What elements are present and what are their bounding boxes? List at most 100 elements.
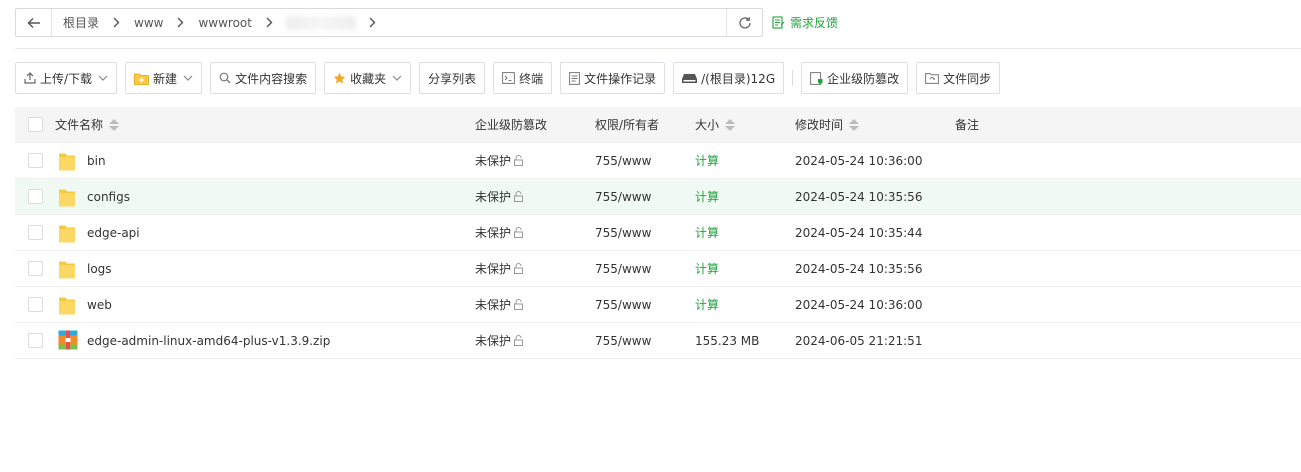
file-sync-label: 文件同步 <box>943 71 992 86</box>
share-list-button[interactable]: 分享列表 <box>419 62 486 94</box>
row-checkbox[interactable] <box>27 297 43 312</box>
share-list-label: 分享列表 <box>428 71 477 86</box>
select-all-checkbox[interactable] <box>27 117 43 132</box>
header-mtime-label: 修改时间 <box>795 118 844 132</box>
header-protect: 企业级防篡改 <box>475 118 548 132</box>
header-size[interactable]: 大小 <box>695 116 795 133</box>
upload-download-label: 上传/下载 <box>40 71 93 86</box>
protect-status: 未保护 <box>475 154 512 168</box>
disk-icon <box>682 73 698 84</box>
chevron-right-icon <box>166 17 195 28</box>
arrow-left-icon <box>27 17 40 28</box>
crumb-root[interactable]: 根目录 <box>60 14 102 31</box>
modified-time: 2024-05-24 10:35:56 <box>795 261 923 276</box>
table-row[interactable]: logs 未保护 755/www 计算 2024-05-24 10:35:56 <box>15 251 1301 287</box>
protect-status: 未保护 <box>475 298 512 312</box>
calculate-size-link[interactable]: 计算 <box>695 296 719 313</box>
header-perm: 权限/所有者 <box>595 118 660 132</box>
terminal-icon <box>502 72 516 84</box>
header-mtime[interactable]: 修改时间 <box>795 116 955 133</box>
row-checkbox[interactable] <box>27 333 43 348</box>
operation-log-button[interactable]: 文件操作记录 <box>560 62 666 94</box>
document-icon <box>569 71 581 85</box>
table-row[interactable]: configs 未保护 755/www 计算 2024-05-24 10:35:56 <box>15 179 1301 215</box>
refresh-button[interactable] <box>726 9 762 36</box>
lock-icon[interactable] <box>513 299 524 310</box>
table-row[interactable]: web 未保护 755/www 计算 2024-05-24 10:36:00 <box>15 287 1301 323</box>
row-checkbox[interactable] <box>27 189 43 204</box>
calculate-size-link[interactable]: 计算 <box>695 188 719 205</box>
tamper-protect-label: 企业级防篡改 <box>827 71 900 86</box>
favorites-button[interactable]: 收藏夹 <box>324 62 412 94</box>
file-name[interactable]: bin <box>87 154 106 168</box>
permission[interactable]: 755/www <box>595 190 695 204</box>
file-name[interactable]: logs <box>87 262 112 276</box>
file-sync-button[interactable]: 文件同步 <box>916 62 1001 94</box>
lock-icon[interactable] <box>513 191 524 202</box>
file-name[interactable]: configs <box>87 190 130 204</box>
folder-icon <box>58 258 78 280</box>
table-row[interactable]: edge-admin-linux-amd64-plus-v1.3.9.zip 未保… <box>15 323 1301 359</box>
row-checkbox[interactable] <box>27 225 43 240</box>
crumb-wwwroot[interactable]: wwwroot <box>195 16 255 30</box>
lock-icon[interactable] <box>513 263 524 274</box>
protect-status: 未保护 <box>475 226 512 240</box>
new-button[interactable]: 新建 <box>125 62 203 94</box>
modified-time: 2024-05-24 10:35:44 <box>795 225 923 240</box>
permission[interactable]: 755/www <box>595 226 695 240</box>
zip-archive-icon <box>58 330 78 352</box>
operation-log-label: 文件操作记录 <box>584 71 657 86</box>
folder-sync-icon <box>925 72 940 84</box>
lock-icon[interactable] <box>513 155 524 166</box>
table-row[interactable]: edge-api 未保护 755/www 计算 2024-05-24 10:35:44 <box>15 215 1301 251</box>
toolbar-divider <box>792 70 794 86</box>
folder-icon <box>58 150 78 172</box>
sort-icon[interactable] <box>109 118 120 131</box>
disk-label: /(根目录)12G <box>701 71 776 86</box>
file-table: 文件名称 企业级防篡改 权限/所有者 大小 修改时间 备注 bin 未保护 755/… <box>15 107 1301 359</box>
new-folder-icon <box>134 72 149 85</box>
protect-status: 未保护 <box>475 190 512 204</box>
feedback-link[interactable]: 需求反馈 <box>772 14 838 31</box>
file-name[interactable]: edge-admin-linux-amd64-plus-v1.3.9.zip <box>87 334 330 348</box>
protect-status: 未保护 <box>475 334 512 348</box>
lock-icon[interactable] <box>513 335 524 346</box>
calculate-size-link[interactable]: 计算 <box>695 224 719 241</box>
shield-doc-icon <box>810 71 823 85</box>
sort-icon[interactable] <box>849 118 860 131</box>
modified-time: 2024-05-24 10:36:00 <box>795 297 923 312</box>
permission[interactable]: 755/www <box>595 262 695 276</box>
upload-download-button[interactable]: 上传/下载 <box>15 62 118 94</box>
crumb-redacted[interactable] <box>285 15 356 30</box>
terminal-button[interactable]: 终端 <box>493 62 553 94</box>
tamper-protect-button[interactable]: 企业级防篡改 <box>801 62 909 94</box>
file-name[interactable]: web <box>87 298 112 312</box>
disk-button[interactable]: /(根目录)12G <box>673 62 785 94</box>
file-name[interactable]: edge-api <box>87 226 140 240</box>
search-icon <box>219 72 231 84</box>
breadcrumb: 根目录 www wwwroot <box>52 9 726 36</box>
header-name[interactable]: 文件名称 <box>55 116 475 133</box>
permission[interactable]: 755/www <box>595 154 695 168</box>
lock-icon[interactable] <box>513 227 524 238</box>
row-checkbox[interactable] <box>27 153 43 168</box>
sort-icon[interactable] <box>725 118 736 131</box>
header-size-label: 大小 <box>695 118 720 132</box>
permission[interactable]: 755/www <box>595 298 695 312</box>
chevron-right-icon <box>102 17 131 28</box>
table-row[interactable]: bin 未保护 755/www 计算 2024-05-24 10:36:00 <box>15 143 1301 179</box>
row-checkbox[interactable] <box>27 261 43 276</box>
chevron-down-icon <box>183 75 193 81</box>
edit-note-icon <box>772 16 785 29</box>
modified-time: 2024-05-24 10:35:56 <box>795 189 923 204</box>
calculate-size-link[interactable]: 计算 <box>695 152 719 169</box>
permission[interactable]: 755/www <box>595 334 695 348</box>
feedback-label: 需求反馈 <box>790 16 839 30</box>
favorites-label: 收藏夹 <box>350 71 387 86</box>
crumb-www[interactable]: www <box>131 16 166 30</box>
calculate-size-link[interactable]: 计算 <box>695 260 719 277</box>
folder-icon <box>58 294 78 316</box>
back-button[interactable] <box>16 9 52 36</box>
path-bar[interactable]: 根目录 www wwwroot <box>15 8 763 37</box>
content-search-button[interactable]: 文件内容搜索 <box>210 62 317 94</box>
